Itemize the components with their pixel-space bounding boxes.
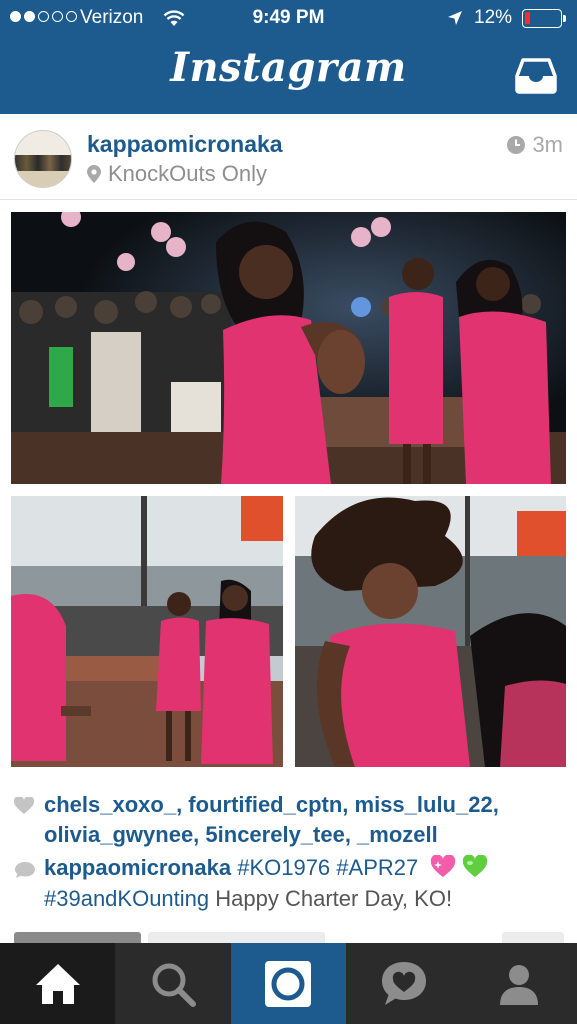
post-location[interactable]: KnockOuts Only <box>87 161 267 187</box>
comment-bubble-icon <box>15 862 35 878</box>
post-header: kappaomicronaka KnockOuts Only 3m <box>0 114 577 200</box>
pink-sparkling-heart-emoji <box>431 855 456 877</box>
inbox-tray-icon[interactable] <box>515 57 557 95</box>
location-label: KnockOuts Only <box>108 161 267 186</box>
activity-heart-icon <box>381 961 426 1005</box>
liked-by-list[interactable]: chels_xoxo_, fourtified_cptn, miss_lulu_… <box>14 790 564 850</box>
tab-home[interactable] <box>0 943 116 1024</box>
green-heart-emoji <box>463 855 488 877</box>
instagram-logo: Instagram <box>170 44 407 91</box>
tab-search[interactable] <box>115 943 230 1024</box>
post-photo-main[interactable] <box>11 212 566 484</box>
avatar[interactable] <box>14 130 72 188</box>
tab-activity[interactable] <box>346 943 461 1024</box>
home-icon <box>35 963 80 1004</box>
tab-camera[interactable] <box>230 943 347 1024</box>
location-services-icon <box>448 11 462 25</box>
time-ago: 3m <box>532 132 563 157</box>
bottom-tab-bar <box>0 943 577 1024</box>
likes-section: chels_xoxo_, fourtified_cptn, miss_lulu_… <box>14 790 564 850</box>
camera-icon <box>265 960 312 1007</box>
caption-text: kappaomicronaka #KO1976 #APR27 #39andKOu… <box>14 852 564 914</box>
top-bar: Verizon 9:49 PM 12% Instagram <box>0 0 577 114</box>
location-pin-icon <box>87 165 101 183</box>
caption-section: kappaomicronaka #KO1976 #APR27 #39andKOu… <box>14 852 564 914</box>
tab-profile[interactable] <box>462 943 577 1024</box>
heart-icon <box>14 797 34 814</box>
status-bar: Verizon 9:49 PM 12% <box>0 0 577 36</box>
battery-icon <box>522 9 566 28</box>
caption-hashtags-2[interactable]: #39andKOunting <box>44 886 209 911</box>
search-icon <box>152 963 197 1007</box>
caption-hashtags-1[interactable]: #KO1976 #APR27 <box>237 855 418 880</box>
caption-message: Happy Charter Day, KO! <box>215 886 453 911</box>
post-photo-bottom-right[interactable] <box>295 496 566 767</box>
post-timestamp: 3m <box>506 132 563 158</box>
caption-username[interactable]: kappaomicronaka <box>44 855 231 880</box>
post-photo-bottom-left[interactable] <box>11 496 283 767</box>
post-username[interactable]: kappaomicronaka <box>87 131 283 158</box>
photo-dancer-hair-flip <box>295 496 566 767</box>
photo-dancers-stage <box>11 212 566 484</box>
photo-dancers-plaza <box>11 496 283 767</box>
clock-icon <box>507 136 526 154</box>
profile-icon <box>500 964 539 1005</box>
battery-percent: 12% <box>474 7 513 28</box>
